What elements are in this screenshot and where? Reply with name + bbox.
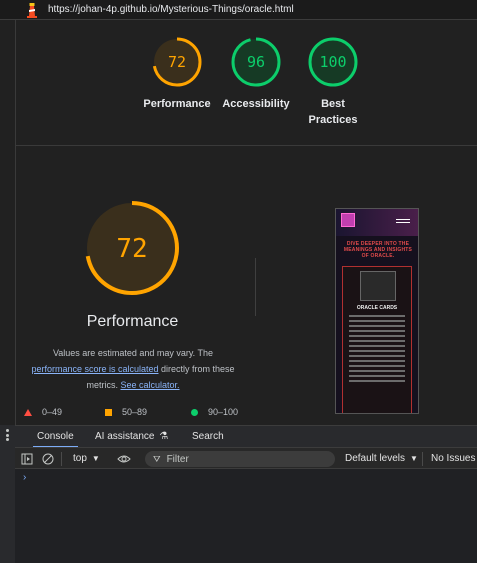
context-selector[interactable]: top ▼ (73, 448, 100, 469)
flask-icon: ⚗ (159, 431, 169, 442)
gauge-performance[interactable]: 72 Performance (132, 36, 222, 112)
gauge-ring: 72 (152, 37, 202, 87)
lighthouse-report: 72 Performance 96 Accessibility 100 Best… (15, 20, 477, 425)
legend-fail: 0–49 (24, 407, 62, 417)
score-note: Values are estimated and may vary. The p… (20, 345, 246, 393)
console-output[interactable]: › (15, 469, 477, 563)
thumbnail-header (336, 209, 418, 236)
note-text: Values are estimated and may vary. The (52, 348, 214, 358)
url-bar: https://johan-4p.github.io/Mysterious-Th… (0, 0, 477, 20)
score-legend: 0–49 50–89 90–100 (16, 404, 477, 420)
eye-icon[interactable] (117, 448, 131, 469)
card-image (360, 271, 396, 301)
gauge-best-practices[interactable]: 100 Best Practices (288, 36, 378, 128)
site-logo-icon (341, 213, 355, 227)
more-options-icon[interactable] (6, 429, 9, 441)
thumbnail-heading: DIVE DEEPER INTO THE MEANINGS AND INSIGH… (343, 241, 413, 259)
issues-button[interactable]: No Issues (431, 448, 475, 469)
gauge-ring: 100 (308, 37, 358, 87)
toolbar-divider (61, 452, 62, 466)
lighthouse-icon (24, 2, 40, 18)
circle-icon (191, 408, 198, 416)
legend-label: 0–49 (42, 407, 63, 417)
triangle-icon (24, 408, 32, 416)
drawer-gutter (0, 425, 15, 563)
divider (255, 258, 256, 316)
console-prompt-icon: › (23, 472, 27, 483)
thumbnail-card: ORACLE CARDS (342, 266, 412, 413)
toolbar-divider (422, 452, 423, 466)
left-gutter (0, 20, 15, 425)
performance-gauge-large: 72 (84, 200, 180, 296)
filter-placeholder: Filter (166, 453, 189, 465)
log-levels-dropdown[interactable]: Default levels ▼ (345, 448, 418, 469)
filter-input[interactable]: ⛛ Filter (145, 451, 335, 467)
page-url[interactable]: https://johan-4p.github.io/Mysterious-Th… (48, 4, 294, 15)
svg-text:72: 72 (116, 234, 147, 264)
drawer-tabbar: Console AI assistance ⚗ Search (15, 425, 477, 448)
filter-icon: ⛛ (153, 453, 161, 464)
gauge-label: Performance (143, 98, 211, 110)
legend-label: 50–89 (122, 407, 148, 417)
svg-text:72: 72 (168, 53, 186, 71)
legend-average: 50–89 (105, 407, 147, 417)
tab-ai-assistance[interactable]: AI assistance ⚗ (95, 426, 168, 448)
legend-label: 90–100 (208, 407, 239, 417)
performance-title: Performance (86, 313, 179, 330)
gauge-label: Best Practices (308, 98, 358, 126)
card-title: ORACLE CARDS (356, 305, 398, 311)
score-gauges: 72 Performance 96 Accessibility 100 Best… (16, 20, 477, 146)
levels-label: Default levels (345, 453, 406, 464)
gauge-ring: 96 (231, 37, 281, 87)
score-calculated-link[interactable]: performance score is calculated (31, 364, 158, 374)
tab-label: AI assistance (95, 431, 155, 442)
svg-text:100: 100 (319, 53, 346, 71)
tab-search[interactable]: Search (192, 426, 224, 448)
clear-console-icon[interactable] (42, 448, 54, 469)
sidebar-toggle-icon[interactable] (21, 448, 33, 469)
tab-console[interactable]: Console (33, 426, 78, 448)
hamburger-icon (396, 219, 410, 223)
card-text-lines (349, 315, 405, 385)
console-toolbar: top ▼ ⛛ Filter Default levels ▼ No Issue… (15, 447, 477, 469)
caret-down-icon: ▼ (91, 454, 100, 463)
context-value: top (73, 453, 87, 464)
square-icon (105, 408, 112, 416)
calculator-link[interactable]: See calculator. (120, 380, 179, 390)
legend-pass: 90–100 (191, 407, 238, 417)
page-screenshot-thumbnail[interactable]: DIVE DEEPER INTO THE MEANINGS AND INSIGH… (335, 208, 419, 414)
svg-text:96: 96 (247, 53, 265, 71)
caret-down-icon: ▼ (410, 454, 418, 463)
